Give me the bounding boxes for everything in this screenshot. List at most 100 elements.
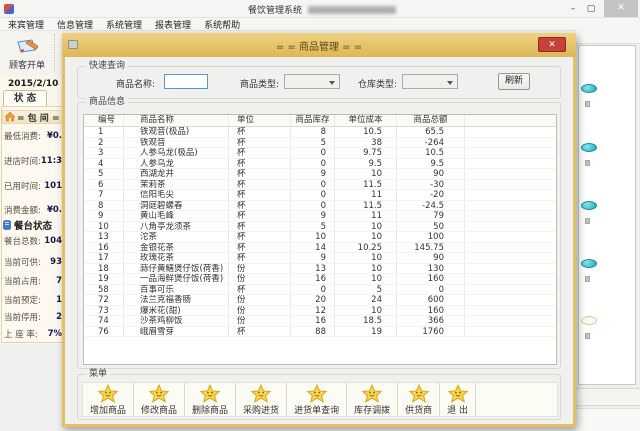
table-row[interactable]: 5 西湖龙井 杯 9 10 90 <box>84 169 556 180</box>
menu-action-button[interactable]: 修改商品 <box>134 383 185 416</box>
left-lower-area <box>0 344 66 431</box>
app-icon <box>4 4 14 14</box>
menu-item[interactable]: 报表管理 <box>155 18 191 31</box>
menu-action-button[interactable]: 增加商品 <box>83 383 134 416</box>
customer-billing-button[interactable]: 顾客开单 <box>2 33 52 75</box>
star-icon <box>200 384 220 403</box>
cell-name: 信阳毛尖 <box>124 190 229 200</box>
table-row[interactable]: 3 人参乌龙(极品) 杯 0 9.75 10.5 <box>84 148 556 159</box>
table-row[interactable]: 17 玫瑰花茶 杯 9 10 90 <box>84 253 556 264</box>
cell-stock: 0 <box>291 148 335 158</box>
star-icon <box>448 384 468 403</box>
table-status-icon[interactable] <box>581 84 597 93</box>
star-icon <box>409 384 429 403</box>
minimize-button[interactable]: – <box>566 2 580 16</box>
quick-search-label: 快速查询 <box>86 61 128 72</box>
cell-total: 90 <box>397 169 465 179</box>
cell-no: 73 <box>84 306 124 316</box>
refresh-button[interactable]: 刷新 <box>498 73 530 90</box>
product-type-select[interactable] <box>284 74 340 89</box>
column-header-name[interactable]: 商品名称 <box>124 115 229 126</box>
table-row[interactable]: 16 金银花茶 杯 14 10.25 145.75 <box>84 243 556 254</box>
cell-total: 145.75 <box>397 243 465 253</box>
stat-row: 当前占用:7 <box>4 275 62 287</box>
cell-stock: 88 <box>291 327 335 337</box>
warehouse-type-select[interactable] <box>402 74 458 89</box>
column-header-unit[interactable]: 单位 <box>229 115 291 126</box>
table-row[interactable]: 13 沱茶 杯 10 10 100 <box>84 232 556 243</box>
maximize-button[interactable]: ▢ <box>584 2 598 16</box>
close-window-button[interactable]: ✕ <box>604 0 638 17</box>
menu-action-button[interactable]: 进货单查询 <box>287 383 347 416</box>
cell-cost: 11 <box>335 190 397 200</box>
table-status-icon[interactable] <box>581 143 597 152</box>
table-row[interactable]: 73 爆米花(甜) 份 12 10 160 <box>84 306 556 317</box>
table-row[interactable]: 2 铁观音 杯 5 38 -264 <box>84 138 556 149</box>
cell-cost: 10 <box>335 306 397 316</box>
table-row[interactable]: 19 一品海鲜煲仔饭(荷香) 份 16 10 160 <box>84 274 556 285</box>
star-icon <box>362 384 382 403</box>
stat-value: 7% <box>48 329 62 339</box>
product-name-input[interactable] <box>164 74 208 89</box>
cell-unit: 杯 <box>229 180 291 190</box>
menu-item[interactable]: 系统管理 <box>106 18 142 31</box>
column-header-total[interactable]: 商品总额 <box>397 115 465 126</box>
menu-item[interactable]: 信息管理 <box>57 18 93 31</box>
cell-no: 74 <box>84 316 124 326</box>
room-header-label: = 包 间 = <box>17 111 59 124</box>
stat-row: 当前停用:2 <box>4 311 62 323</box>
table-status-icon[interactable] <box>581 316 597 325</box>
tab-status[interactable]: 状 态 <box>3 90 47 107</box>
menu-action-label: 退 出 <box>447 403 468 416</box>
table-row[interactable]: 18 蒜仔黄鳝煲仔饭(荷香) 份 13 10 130 <box>84 264 556 275</box>
cell-name: 西湖龙井 <box>124 169 229 179</box>
table-row[interactable]: 6 茉莉茶 杯 0 11.5 -30 <box>84 180 556 191</box>
cell-total: 10.5 <box>397 148 465 158</box>
column-header-stock[interactable]: 商品库存 <box>291 115 335 126</box>
table-row[interactable]: 8 洞庭碧螺春 杯 0 11.5 -24.5 <box>84 201 556 212</box>
menu-action-label: 进货单查询 <box>294 403 339 416</box>
dialog-menu-label: 菜单 <box>86 369 110 380</box>
menu-action-button[interactable]: 退 出 <box>440 383 476 416</box>
table-marker <box>585 333 590 339</box>
stat-row: 餐台总数:104 <box>4 235 62 247</box>
cell-name: 一品海鲜煲仔饭(荷香) <box>124 274 229 284</box>
stat-row: 上 座 率:7% <box>4 328 62 340</box>
menu-action-label: 修改商品 <box>141 403 177 416</box>
table-row[interactable]: 58 百事可乐 杯 0 5 0 <box>84 285 556 296</box>
cell-stock: 0 <box>291 159 335 169</box>
table-status-icon[interactable] <box>581 201 597 210</box>
cell-cost: 11 <box>335 211 397 221</box>
right-lower-band <box>576 388 640 406</box>
stat-value: 93 <box>50 257 62 267</box>
cell-stock: 13 <box>291 264 335 274</box>
column-header-cost[interactable]: 单位成本 <box>335 115 397 126</box>
table-status-icon[interactable] <box>581 259 597 268</box>
menu-item[interactable]: 系统帮助 <box>204 18 240 31</box>
menu-action-button[interactable]: 采购进货 <box>236 383 287 416</box>
menu-action-label: 采购进货 <box>243 403 279 416</box>
cell-cost: 10 <box>335 232 397 242</box>
table-row[interactable]: 72 法兰克福香肠 份 20 24 600 <box>84 295 556 306</box>
cell-total: 0 <box>397 285 465 295</box>
column-header-no[interactable]: 编号 <box>84 115 124 126</box>
cell-stock: 20 <box>291 295 335 305</box>
table-row[interactable]: 9 黄山毛峰 杯 9 11 79 <box>84 211 556 222</box>
database-icon <box>3 220 11 230</box>
table-row[interactable]: 1 铁观音(极品) 杯 8 10.5 65.5 <box>84 127 556 138</box>
table-row[interactable]: 76 峨眉雪芽 杯 88 19 1760 <box>84 327 556 338</box>
menu-action-button[interactable]: 供货商 <box>398 383 440 416</box>
cell-name: 沱茶 <box>124 232 229 242</box>
cell-unit: 份 <box>229 316 291 326</box>
menu-action-button[interactable]: 删除商品 <box>185 383 236 416</box>
table-row[interactable]: 7 信阳毛尖 杯 0 11 -20 <box>84 190 556 201</box>
menu-action-button[interactable]: 库存调拨 <box>347 383 398 416</box>
table-row[interactable]: 10 八角亭龙须茶 杯 5 10 50 <box>84 222 556 233</box>
menu-action-label: 供货商 <box>405 403 432 416</box>
table-row[interactable]: 4 人参乌龙 杯 0 9.5 9.5 <box>84 159 556 170</box>
menu-item[interactable]: 来宾管理 <box>8 18 44 31</box>
table-row[interactable]: 74 沙茶鸡柳饭 份 16 18.5 366 <box>84 316 556 327</box>
cell-stock: 5 <box>291 138 335 148</box>
stat-row: 最低消费:¥0. <box>4 130 62 142</box>
dialog-close-button[interactable]: ✕ <box>538 37 566 52</box>
